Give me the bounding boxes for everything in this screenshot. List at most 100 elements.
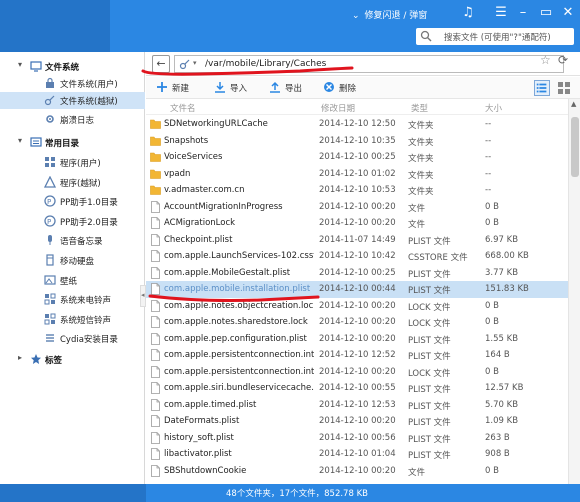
table-row[interactable]: history_soft.plist 2014-12-10 00:56 PLIST … — [146, 430, 568, 447]
table-row[interactable]: com.apple.timed.plist 2014-12-10 12:53 PLI… — [146, 397, 568, 414]
collapse-icon[interactable]: ▾ — [18, 60, 22, 69]
sidebar-item-apps-user[interactable]: 程序(用户) — [0, 154, 145, 171]
path-field[interactable]: ▾ /var/mobile/Library/Caches — [174, 55, 564, 73]
file-date: 2014-12-10 00:20 — [319, 333, 396, 344]
monitor-icon — [30, 61, 42, 72]
minimize-icon[interactable]: – — [514, 4, 532, 22]
column-header-date[interactable]: 修改日期 — [321, 102, 355, 114]
repair-status-label: 修复闪退 / 弹窗 — [364, 11, 428, 21]
address-bar: ← ▾ /var/mobile/Library/Caches ☆ ⟳ — [146, 52, 580, 76]
list-view-button[interactable] — [534, 80, 550, 96]
svg-text:P: P — [47, 218, 51, 226]
vertical-scrollbar[interactable]: ▲ — [568, 99, 580, 484]
repair-status[interactable]: ⌄ 修复闪退 / 弹窗 — [352, 8, 427, 21]
file-icon — [151, 464, 160, 477]
table-row[interactable]: AccountMigrationInProgress 2014-12-10 00:… — [146, 199, 568, 216]
table-row[interactable]: com.apple.LaunchServices-102.csst... 2014… — [146, 248, 568, 265]
sidebar-item-wallpaper[interactable]: 壁纸 — [0, 272, 145, 289]
column-header-name[interactable]: 文件名 — [170, 102, 196, 114]
sidebar-item-label: 文件系统(用户) — [60, 80, 118, 90]
sidebar-item-filesystem-user[interactable]: 文件系统(用户) — [0, 75, 145, 92]
path-text: /var/mobile/Library/Caches — [205, 59, 327, 69]
table-row[interactable]: VoiceServices 2014-12-10 00:25 文件夹 -- — [146, 149, 568, 166]
file-icon — [151, 365, 160, 378]
table-row[interactable]: DateFormats.plist 2014-12-10 00:20 PLIST 文… — [146, 413, 568, 430]
file-date: 2014-12-10 00:44 — [319, 284, 396, 294]
back-button[interactable]: ← — [152, 55, 170, 73]
sidebar-item-sms-ringtones[interactable]: 系统短信铃声 — [0, 311, 145, 328]
collapse-icon[interactable]: ▾ — [18, 136, 22, 145]
table-row[interactable]: ACMigrationLock 2014-12-10 00:20 文件 0 B — [146, 215, 568, 232]
sidebar-item-filesystem-jailbreak[interactable]: 文件系统(越狱) — [0, 92, 145, 109]
file-icon — [151, 316, 160, 328]
scroll-up-icon[interactable]: ▲ — [571, 100, 576, 108]
file-size: 908 B — [485, 449, 510, 459]
sidebar-item-mobile-drive[interactable]: 移动硬盘 — [0, 252, 145, 269]
table-row[interactable]: com.apple.notes.sharedstore.lock 2014-12-… — [146, 314, 568, 331]
sidebar-item-call-ringtones[interactable]: 系统来电铃声 — [0, 291, 145, 308]
svg-text:P: P — [47, 198, 51, 206]
sidebar-item-pp2[interactable]: P PP助手2.0目录 — [0, 213, 145, 230]
table-row[interactable]: com.apple.siri.bundleservicecache.... 201… — [146, 380, 568, 397]
pp-icon: P — [44, 195, 56, 207]
file-type: LOCK 文件 — [408, 368, 451, 379]
file-type: 文件夹 — [408, 170, 434, 181]
sidebar-item-filesystem[interactable]: ▾ 文件系统 — [0, 58, 145, 75]
table-row[interactable]: Snapshots 2014-12-10 10:35 文件夹 -- — [146, 133, 568, 150]
chevron-down-icon[interactable]: ▾ — [193, 59, 197, 67]
folder-icon — [150, 169, 161, 179]
file-size: 151.83 KB — [485, 284, 529, 294]
file-size: -- — [485, 119, 492, 129]
apps-icon — [45, 157, 55, 167]
close-icon[interactable]: ✕ — [559, 4, 577, 22]
table-row[interactable]: SBShutdownCookie 2014-12-10 00:20 文件 0 B — [146, 463, 568, 480]
sidebar-item-label: 崩溃日志 — [60, 116, 95, 126]
column-header-size[interactable]: 大小 — [485, 102, 502, 114]
table-row[interactable]: v.admaster.com.cn 2014-12-10 10:53 文件夹 -- — [146, 182, 568, 199]
refresh-icon[interactable]: ⟳ — [558, 53, 568, 67]
file-type: 文件夹 — [408, 154, 434, 164]
sidebar-item-tags[interactable]: ▸ 标签 — [0, 351, 145, 368]
expand-icon[interactable]: ▸ — [18, 353, 22, 362]
music-icon[interactable]: ♫ — [459, 4, 477, 22]
file-type: PLIST 文件 — [408, 418, 451, 428]
column-header-type[interactable]: 类型 — [411, 102, 428, 114]
delete-button-label: 删除 — [339, 84, 357, 94]
sidebar-item-crash-log[interactable]: 崩溃日志 — [0, 111, 145, 128]
menu-icon[interactable]: ☰ — [492, 4, 510, 22]
scrollbar-thumb[interactable] — [571, 117, 579, 177]
file-name: Snapshots — [164, 135, 209, 146]
sidebar-item-common-dirs[interactable]: ▾ 常用目录 — [0, 134, 145, 151]
table-row[interactable]: com.apple.persistentconnection.int... 201… — [146, 347, 568, 364]
sidebar-item-voice-memos[interactable]: 语音备忘录 — [0, 232, 145, 249]
table-row[interactable]: Checkpoint.plist 2014-11-07 14:49 PLIST 文件… — [146, 232, 568, 249]
table-row[interactable]: com.apple.persistentconnection.int... 201… — [146, 364, 568, 381]
restore-icon[interactable]: ▭ — [537, 4, 555, 22]
table-row[interactable]: com.apple.MobileGestalt.plist 2014-12-10 … — [146, 265, 568, 282]
table-row[interactable]: SDNetworkingURLCache 2014-12-10 12:50 文件夹 -… — [146, 116, 568, 133]
star-icon — [31, 354, 41, 364]
table-row[interactable]: vpadn 2014-12-10 01:02 文件夹 -- — [146, 166, 568, 183]
file-name: com.apple.pep.configuration.plist — [164, 333, 307, 344]
table-row[interactable]: com.apple.pep.configuration.plist 2014-12… — [146, 331, 568, 348]
table-row[interactable]: com.apple.mobile.installation.plist 2014-… — [146, 281, 568, 298]
table-row[interactable]: libactivator.plist 2014-12-10 01:04 PLIST … — [146, 446, 568, 463]
file-icon — [151, 250, 160, 262]
toolbar: 新建 导入 导出 删除 — [146, 77, 580, 99]
file-type: PLIST 文件 — [408, 352, 451, 362]
sidebar: ▾ 文件系统 文件系统(用户) 文件系统(越狱) 崩溃日志 ▾ 常用目录 程序(… — [0, 52, 146, 502]
file-name: history_soft.plist — [164, 432, 234, 443]
file-icon — [151, 266, 160, 279]
sidebar-item-cydia[interactable]: Cydia安装目录 — [0, 330, 145, 347]
sidebar-item-apps-jailbreak[interactable]: 程序(越狱) — [0, 174, 145, 191]
file-size: 0 B — [485, 317, 499, 327]
sidebar-item-pp1[interactable]: P PP助手1.0目录 — [0, 193, 145, 210]
file-size: 0 B — [485, 201, 499, 212]
status-bar: 48个文件夹，17个文件，852.78 KB — [146, 484, 580, 502]
file-size: -- — [485, 168, 492, 179]
file-date: 2014-12-10 00:25 — [319, 152, 396, 162]
grid-view-button[interactable] — [556, 80, 572, 96]
search-input[interactable]: 搜索文件 (可使用"?"通配符) — [416, 28, 574, 45]
table-row[interactable]: com.apple.notes.objectcreation.lock 2014-… — [146, 298, 568, 315]
bookmark-star-icon[interactable]: ☆ — [540, 53, 551, 67]
